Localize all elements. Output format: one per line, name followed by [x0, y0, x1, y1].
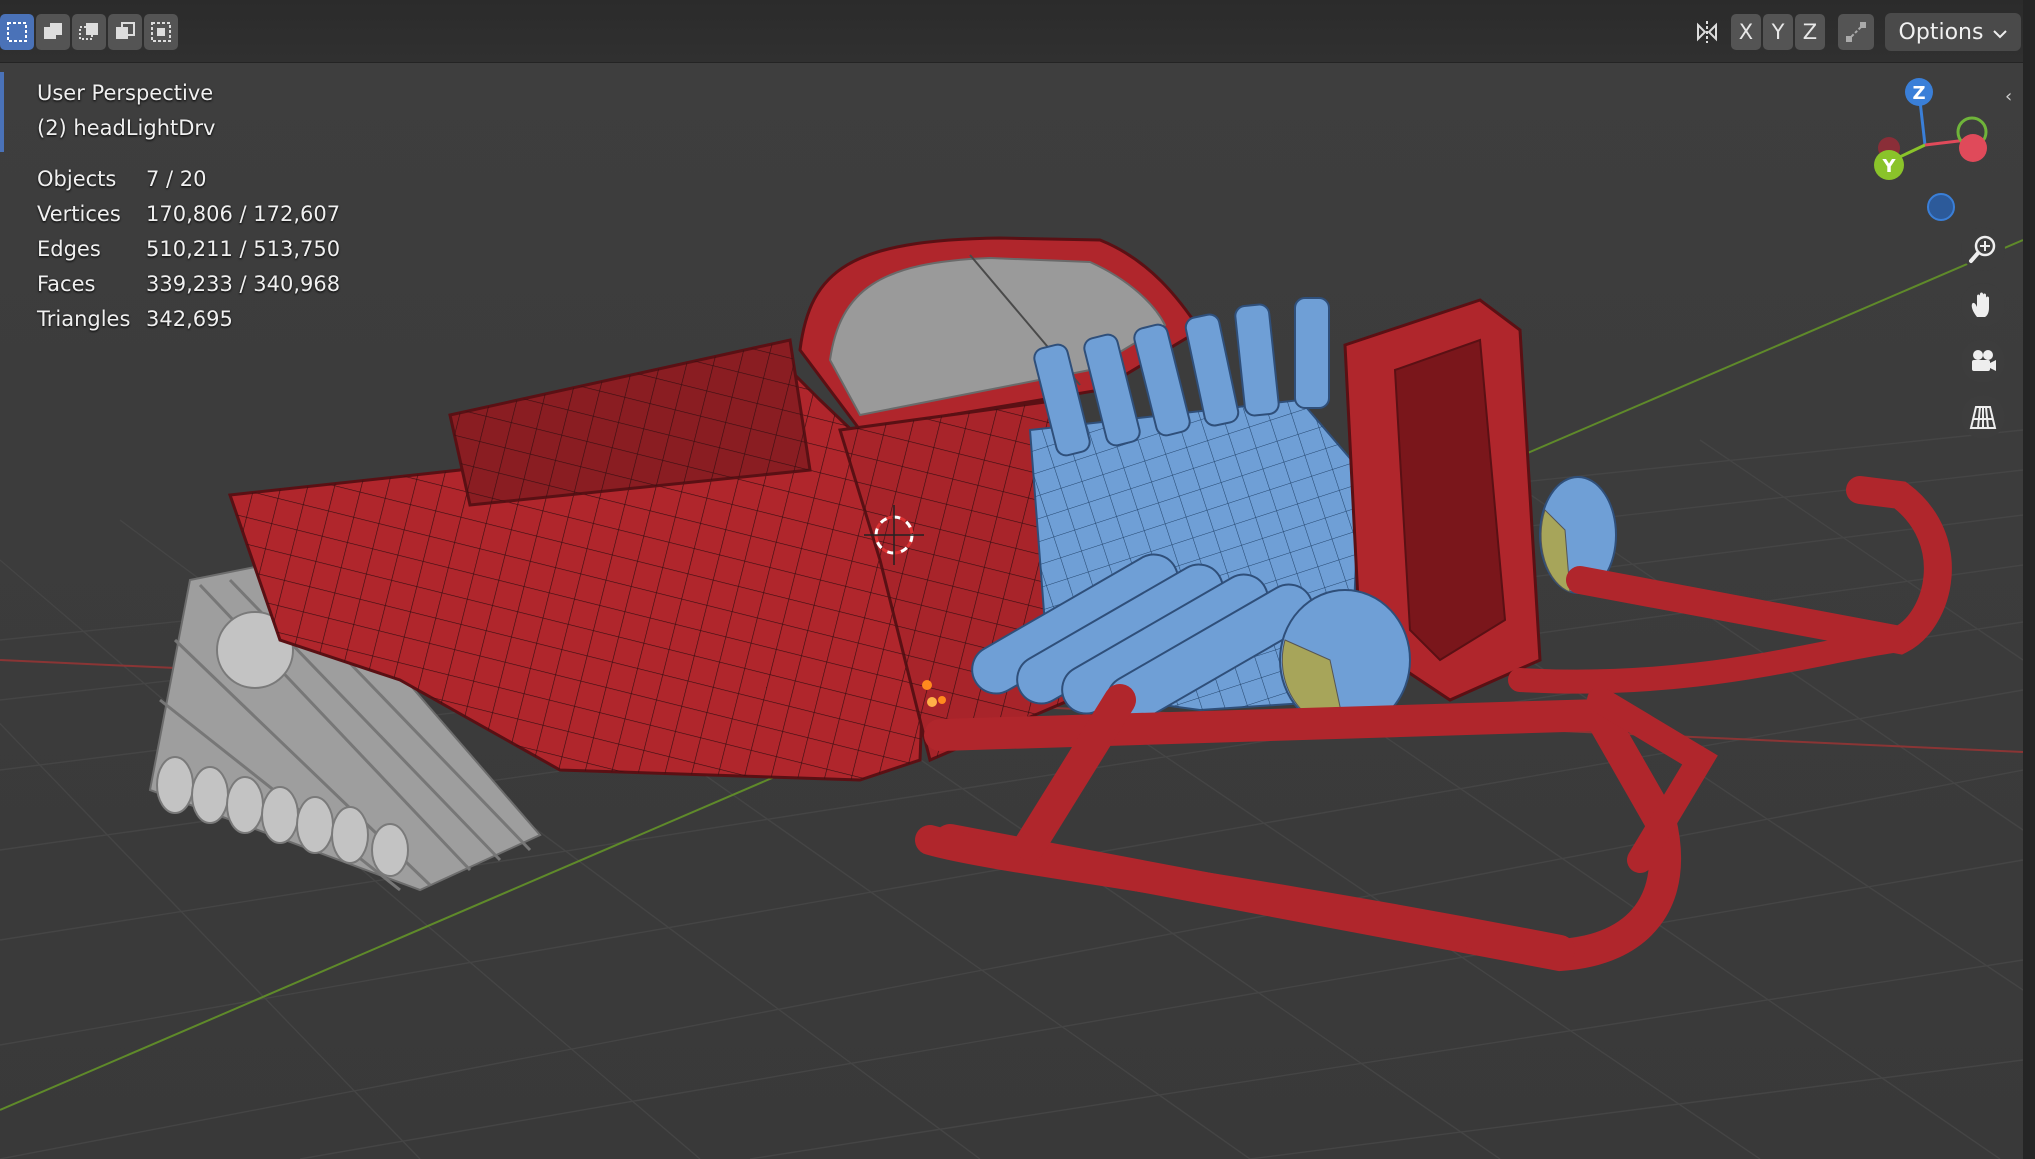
- extend-selection-icon[interactable]: [36, 14, 70, 50]
- view-name: User Perspective: [37, 81, 214, 105]
- stat-row: Faces 339,233 / 340,968: [37, 272, 341, 296]
- mirror-y-toggle[interactable]: Y: [1763, 14, 1793, 50]
- stat-row: Edges 510,211 / 513,750: [37, 237, 341, 261]
- gizmo-y-label: Y: [1881, 156, 1896, 177]
- active-region-marker: [0, 72, 4, 152]
- snap-icon[interactable]: [1838, 14, 1874, 50]
- stat-row: Objects 7 / 20: [37, 167, 207, 191]
- zoom-icon[interactable]: [1961, 227, 2005, 271]
- scene-statistics: Objects 7 / 20 Vertices 170,806 / 172,607 …: [37, 162, 340, 337]
- chevron-left-icon[interactable]: ‹: [2005, 86, 2021, 110]
- 3d-viewport[interactable]: X Y Z Options User Perspective (2) headL…: [0, 0, 2023, 1159]
- active-object-name: (2) headLightDrv: [37, 116, 216, 140]
- select-box-icon[interactable]: [0, 14, 34, 50]
- options-label: Options: [1898, 19, 1984, 45]
- ortho-grid-icon[interactable]: [1961, 395, 2005, 439]
- gizmo-z-label: Z: [1912, 83, 1925, 104]
- subtract-selection-icon[interactable]: [72, 14, 106, 50]
- viewport-info: User Perspective (2) headLightDrv: [37, 76, 216, 146]
- viewport-border: [2023, 0, 2035, 1159]
- options-dropdown[interactable]: Options: [1885, 13, 2021, 51]
- mirror-icon[interactable]: [1690, 14, 1724, 50]
- stat-row: Triangles 342,695: [37, 307, 233, 331]
- invert-selection-icon[interactable]: [108, 14, 142, 50]
- viewport-header: X Y Z Options: [0, 0, 2023, 63]
- pan-hand-icon[interactable]: [1961, 283, 2005, 327]
- mirror-x-toggle[interactable]: X: [1731, 14, 1761, 50]
- chevron-down-icon: [1993, 20, 2008, 45]
- mirror-z-toggle[interactable]: Z: [1795, 14, 1825, 50]
- stat-row: Vertices 170,806 / 172,607: [37, 202, 341, 226]
- navigation-gizmo[interactable]: Z Y: [1855, 70, 1995, 230]
- camera-view-icon[interactable]: [1961, 339, 2005, 383]
- intersect-selection-icon[interactable]: [144, 14, 178, 50]
